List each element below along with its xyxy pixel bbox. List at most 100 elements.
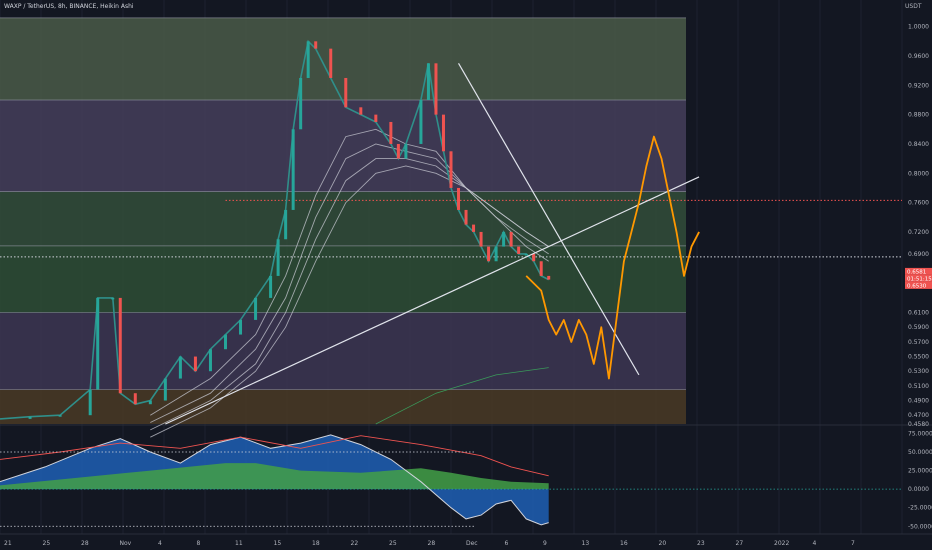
price-candle [133, 393, 137, 405]
price-candle [344, 77, 348, 108]
price-tick-label: 0.4900 [908, 398, 929, 405]
price-candle [306, 41, 310, 78]
price-zone [0, 389, 686, 424]
time-tick-label: 27 [736, 540, 744, 547]
price-candle [314, 41, 318, 49]
price-tick-label: 0.7200 [908, 229, 929, 236]
price-tick-label: 0.5900 [908, 324, 929, 331]
price-candle [208, 349, 212, 372]
oscillator-tick-label: 0.0000 [908, 486, 929, 493]
price-candle [532, 253, 536, 262]
time-tick-label: 25 [43, 540, 51, 547]
price-candle [539, 261, 543, 276]
price-candle [359, 107, 363, 115]
time-tick-label: 16 [620, 540, 628, 547]
time-tick-label: 6 [505, 540, 509, 547]
time-tick-label: 8 [197, 540, 201, 547]
price-candle [284, 209, 288, 240]
price-candle [524, 253, 528, 256]
price-tick-label: 1.0000 [908, 24, 929, 31]
price-candle [148, 400, 152, 405]
oscillator-tick-label: 75.0000 [908, 430, 932, 437]
price-candle [163, 378, 167, 401]
time-tick-label: Dec [466, 540, 478, 547]
price-candle [517, 246, 521, 254]
price-candle [502, 231, 506, 247]
price-candle [479, 231, 483, 247]
price-candle [111, 297, 115, 300]
price-tick-label: 0.4700 [908, 412, 929, 419]
time-tick-label: 20 [659, 540, 667, 547]
price-zone [0, 99, 686, 192]
price-tick-label: 0.5300 [908, 368, 929, 375]
time-tick-label: 11 [235, 540, 243, 547]
price-tick-label: 0.8800 [908, 112, 929, 119]
price-candle [291, 129, 295, 210]
price-tag-text: 01:51:15 [907, 276, 932, 282]
time-tick-label: 9 [543, 540, 547, 547]
chart: 1.0000 0.9600 0.9200 0.8800 0.8400 0.8000 0.76… [0, 0, 932, 550]
currency-label: USDT [905, 3, 922, 10]
time-tick-label: 28 [81, 540, 89, 547]
price-tags: 0.658101:51:150.6530 [905, 267, 932, 289]
price-candle [404, 143, 408, 159]
price-candle [254, 297, 258, 320]
price-candle [28, 416, 32, 419]
price-tick-label: 0.6900 [908, 251, 929, 258]
time-tick-label: 28 [428, 540, 436, 547]
price-candle [396, 143, 400, 159]
price-tick-label: 0.8000 [908, 170, 929, 177]
price-candle [434, 63, 438, 115]
price-candle [58, 415, 62, 417]
price-tick-label: 0.5500 [908, 354, 929, 361]
time-tick-label: 7 [851, 540, 855, 547]
price-zone [0, 312, 686, 390]
time-tick-label: 18 [312, 540, 320, 547]
price-candle [547, 275, 551, 280]
price-candle [88, 389, 92, 416]
price-zone [0, 191, 686, 246]
chart-title: WAXP / TetherUS, 8h, BINANCE, Heikin Ash… [4, 3, 134, 10]
price-candle [329, 48, 333, 78]
price-candle [178, 356, 182, 379]
price-tick-label: 0.9600 [908, 53, 929, 60]
price-candle [441, 114, 445, 152]
price-tick-label: 0.6100 [908, 310, 929, 317]
price-candle [472, 224, 476, 232]
time-tick-label: 22 [351, 540, 359, 547]
price-tag-text: 0.6530 [907, 283, 927, 289]
price-candle [509, 231, 513, 247]
price-tick-label: 0.5700 [908, 339, 929, 346]
time-tick-label: Nov [120, 540, 132, 547]
price-candle [374, 114, 378, 122]
price-candle [276, 239, 280, 276]
price-candle [96, 297, 100, 390]
price-tick-label: 0.4580 [908, 421, 929, 428]
price-candle [419, 99, 423, 144]
price-zone [0, 17, 686, 100]
price-candle [487, 246, 491, 262]
time-tick-label: 4 [158, 540, 162, 547]
time-tick-label: 2022 [774, 540, 789, 547]
oscillator-tick-label: 25.0000 [908, 468, 932, 475]
oscillator-tick-label: 50.0000 [908, 449, 932, 456]
price-tick-label: 0.8400 [908, 141, 929, 148]
price-candle [389, 121, 393, 144]
price-tick-label: 0.5100 [908, 383, 929, 390]
price-tag-text: 0.6581 [907, 269, 926, 275]
time-tick-label: 21 [4, 540, 12, 547]
time-tick-label: 23 [697, 540, 705, 547]
price-candle [269, 275, 273, 298]
price-candle [494, 246, 498, 262]
price-candle [449, 151, 453, 188]
price-candle [239, 319, 243, 335]
price-candle [224, 334, 227, 350]
time-tick-label: 4 [813, 540, 817, 547]
time-tick-label: 15 [274, 540, 282, 547]
price-candle [299, 77, 303, 130]
price-zones [0, 17, 686, 424]
price-candle [457, 187, 461, 210]
price-tick-label: 0.7600 [908, 200, 929, 207]
price-candle [464, 209, 468, 225]
time-tick-label: 25 [389, 540, 397, 547]
